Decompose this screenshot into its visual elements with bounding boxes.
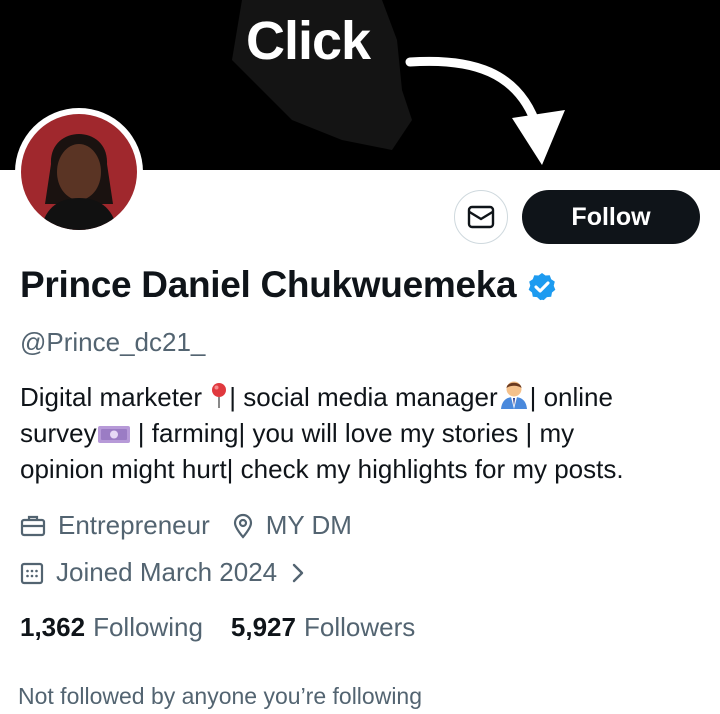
profession-text: Entrepreneur	[58, 510, 210, 540]
follow-button[interactable]: Follow	[522, 190, 700, 244]
calendar-icon	[20, 562, 44, 584]
joined-item[interactable]: Joined March 2024	[20, 557, 305, 588]
followers-label: Followers	[303, 612, 416, 642]
following-link[interactable]: 1,362 Following	[20, 612, 203, 643]
arrow-icon	[405, 56, 565, 165]
banner-overlay-text: Click	[246, 11, 371, 71]
profile-avatar[interactable]	[15, 108, 143, 236]
bio-line: Digital marketer | social media manager |…	[20, 379, 710, 415]
verified-badge-icon[interactable]	[526, 271, 558, 303]
profession-item: Entrepreneur	[20, 510, 210, 541]
joined-row[interactable]: Joined March 2024	[20, 557, 327, 588]
profile-meta-row: Entrepreneur MY DM	[20, 510, 374, 541]
mutual-followers-note: Not followed by anyone you’re following	[18, 683, 423, 709]
follow-counts: 1,362 Following 5,927 Followers	[20, 612, 443, 643]
display-name: Prince Daniel Chukwuemeka	[20, 264, 517, 305]
followers-link[interactable]: 5,927 Followers	[231, 612, 415, 643]
bio-text: | farming| you will love my stories | my	[130, 418, 575, 448]
office-worker-emoji-icon	[500, 381, 527, 409]
bio-text: survey	[20, 418, 97, 448]
bio-line: opinion might hurt| check my highlights …	[20, 454, 624, 484]
bio-text: | online	[529, 382, 613, 412]
bio-line: survey | farming| you will love my stori…	[20, 415, 710, 451]
avatar-photo	[21, 114, 137, 230]
money-bill-emoji-icon	[97, 426, 130, 443]
briefcase-icon	[20, 515, 46, 536]
following-count: 1,362	[20, 612, 86, 642]
joined-text: Joined March 2024	[56, 557, 278, 587]
location-pin-icon	[233, 513, 252, 539]
followers-count: 5,927	[230, 612, 296, 642]
location-item: MY DM	[232, 510, 352, 541]
profile-handle: @Prince_dc21_	[20, 327, 206, 357]
display-name-row: Prince Daniel Chukwuemeka	[20, 264, 558, 306]
location-text: MY DM	[265, 510, 352, 540]
following-label: Following	[93, 612, 203, 642]
chevron-right-icon[interactable]	[291, 562, 305, 584]
bio-text: Digital marketer	[20, 382, 210, 412]
profile-bio: Digital marketer | social media manager |…	[20, 379, 710, 487]
bio-text: | social media manager	[229, 382, 498, 412]
message-button[interactable]	[454, 190, 508, 244]
envelope-icon	[467, 205, 495, 229]
round-pushpin-icon	[212, 383, 227, 408]
